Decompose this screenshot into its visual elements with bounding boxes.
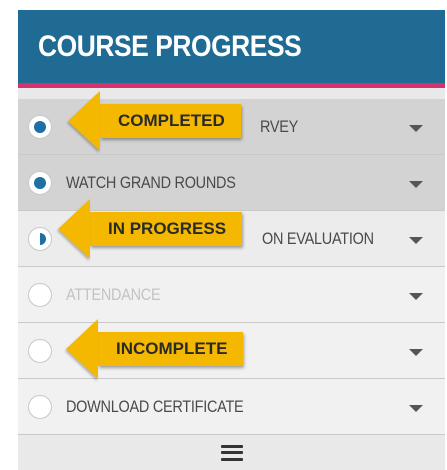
panel-footer: [18, 435, 445, 470]
incomplete-status-icon: [28, 282, 52, 307]
incomplete-status-icon: [28, 394, 52, 419]
callout-label: COMPLETED: [118, 111, 225, 130]
callout-completed: COMPLETED: [100, 104, 241, 138]
progress-item-label: ON EVALUATION: [262, 228, 374, 248]
in-progress-status-icon: [28, 226, 52, 251]
callout-in-progress: IN PROGRESS: [90, 212, 243, 246]
chevron-down-icon[interactable]: [409, 180, 423, 188]
progress-item-label: DOWNLOAD CERTIFICATE: [66, 396, 244, 416]
progress-item-label: RVEY: [260, 116, 299, 136]
hamburger-menu-icon[interactable]: [220, 444, 243, 461]
progress-item-label: WATCH GRAND ROUNDS: [66, 172, 236, 192]
course-progress-header: COURSE PROGRESS: [18, 10, 445, 88]
page-title: COURSE PROGRESS: [38, 29, 302, 63]
callout-incomplete: INCOMPLETE: [98, 332, 244, 366]
callout-label: INCOMPLETE: [116, 339, 228, 358]
chevron-down-icon[interactable]: [409, 292, 423, 300]
incomplete-status-icon: [28, 338, 52, 363]
progress-item-download-certificate[interactable]: DOWNLOAD CERTIFICATE: [18, 379, 445, 435]
chevron-down-icon[interactable]: [409, 124, 423, 132]
completed-status-icon: [28, 114, 52, 139]
chevron-down-icon[interactable]: [409, 236, 423, 244]
chevron-down-icon[interactable]: [409, 404, 423, 412]
progress-item-attendance[interactable]: ATTENDANCE: [18, 267, 445, 323]
completed-status-icon: [28, 170, 52, 195]
callout-label: IN PROGRESS: [108, 219, 227, 238]
progress-item-label: ATTENDANCE: [66, 284, 161, 304]
chevron-down-icon[interactable]: [409, 348, 423, 356]
